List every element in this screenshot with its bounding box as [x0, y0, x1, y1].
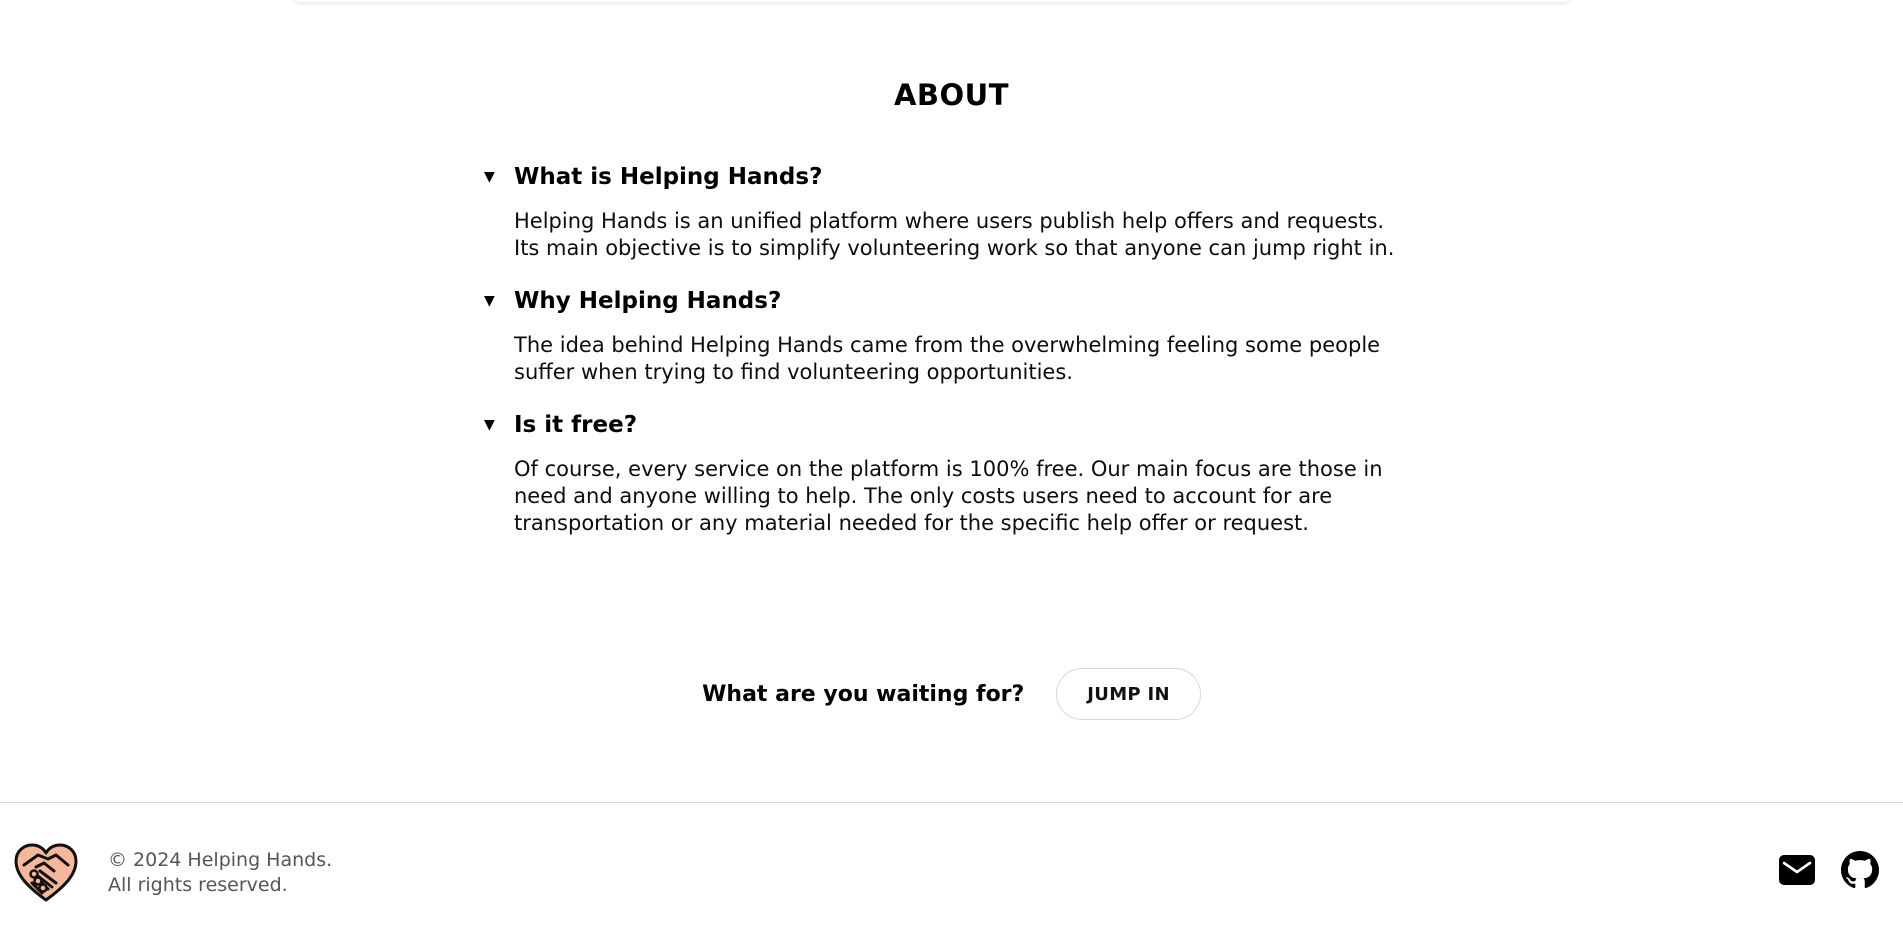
- footer: © 2024 Helping Hands. All rights reserve…: [0, 802, 1903, 934]
- call-to-action: What are you waiting for? JUMP IN: [0, 668, 1903, 720]
- faq-list: ▼ What is Helping Hands? Helping Hands i…: [484, 160, 1444, 559]
- copyright-line: © 2024 Helping Hands.: [108, 849, 333, 871]
- rights-line: All rights reserved.: [108, 874, 288, 896]
- faq-question: Is it free?: [514, 412, 638, 438]
- faq-summary-why[interactable]: ▼ Why Helping Hands?: [484, 284, 1444, 318]
- faq-question: Why Helping Hands?: [514, 288, 782, 314]
- faq-answer: The idea behind Helping Hands came from …: [514, 333, 1381, 384]
- faq-item: ▼ Why Helping Hands? The idea behind Hel…: [484, 284, 1444, 386]
- faq-question: What is Helping Hands?: [514, 164, 823, 190]
- cta-text: What are you waiting for?: [702, 681, 1025, 707]
- jump-in-button[interactable]: JUMP IN: [1056, 668, 1201, 720]
- triangle-down-icon: ▼: [484, 169, 495, 185]
- faq-summary-what-is[interactable]: ▼ What is Helping Hands?: [484, 160, 1444, 194]
- triangle-down-icon: ▼: [484, 293, 495, 309]
- about-title: ABOUT: [893, 78, 1010, 112]
- header-bottom-edge: [292, 0, 1572, 2]
- faq-summary-free[interactable]: ▼ Is it free?: [484, 408, 1444, 442]
- faq-item: ▼ What is Helping Hands? Helping Hands i…: [484, 160, 1444, 262]
- handshake-heart-icon: [14, 843, 78, 903]
- footer-social-links: [1779, 851, 1879, 893]
- copyright: © 2024 Helping Hands. All rights reserve…: [108, 848, 332, 898]
- mail-icon[interactable]: [1779, 855, 1815, 889]
- github-icon[interactable]: [1841, 851, 1879, 893]
- faq-answer: Of course, every service on the platform…: [514, 457, 1383, 535]
- triangle-down-icon: ▼: [484, 417, 495, 433]
- faq-item: ▼ Is it free? Of course, every service o…: [484, 408, 1444, 537]
- faq-answer: Helping Hands is an unified platform whe…: [514, 209, 1395, 260]
